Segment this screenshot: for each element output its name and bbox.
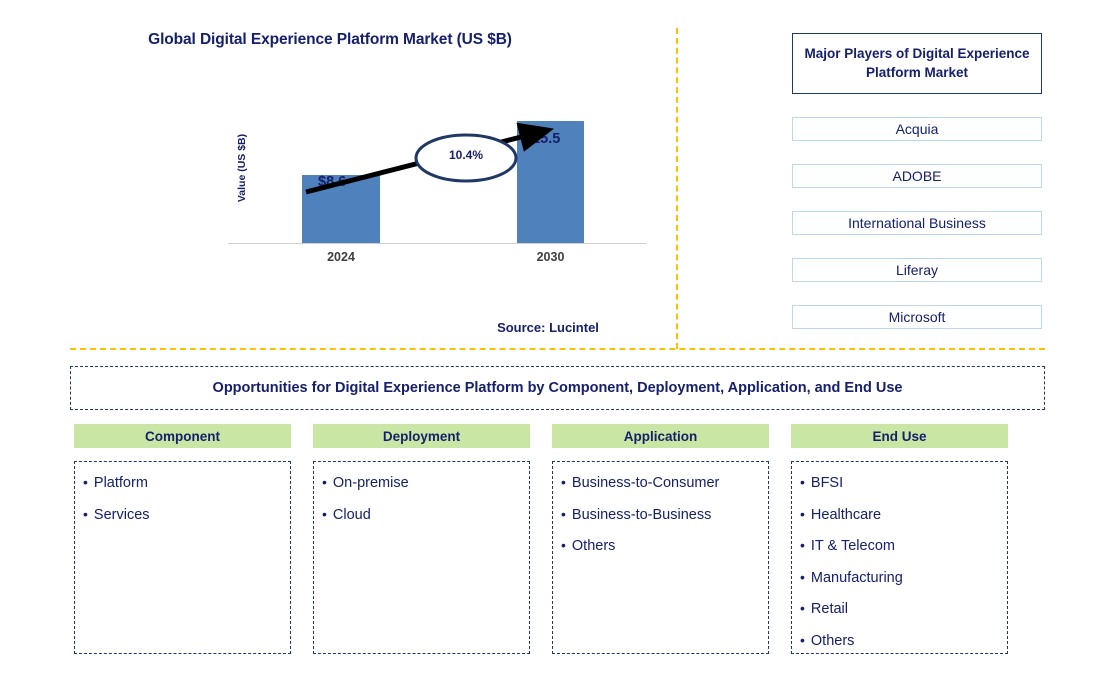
opportunities-banner: Opportunities for Digital Experience Pla… — [70, 366, 1045, 410]
x-axis-line — [228, 243, 646, 244]
segment-body: • BFSI • Healthcare • IT & Telecom • Man… — [791, 461, 1008, 654]
segment-column-deployment: Deployment • On-premise • Cloud — [313, 424, 530, 654]
segment-item: • IT & Telecom — [800, 538, 999, 554]
segment-column-end-use: End Use • BFSI • Healthcare • IT & Telec… — [791, 424, 1008, 654]
source-note: Source: Lucintel — [497, 320, 599, 335]
segment-item-label: Services — [93, 506, 150, 523]
segment-item-label: Others — [571, 538, 616, 554]
player-item[interactable]: Liferay — [792, 258, 1042, 282]
segment-item-label: Business-to-Consumer — [571, 475, 720, 491]
bullet-icon: • — [322, 505, 327, 522]
x-tick-2030: 2030 — [536, 250, 565, 264]
y-axis-label: Value (US $B) — [236, 133, 248, 203]
player-label: Liferay — [895, 262, 939, 278]
segment-item: • Cloud — [322, 507, 521, 523]
bullet-icon: • — [800, 537, 805, 553]
player-label: Microsoft — [888, 309, 946, 325]
bullet-icon: • — [800, 600, 805, 616]
segment-item: • Platform — [83, 475, 282, 491]
infographic-page: Global Digital Experience Platform Marke… — [0, 0, 1106, 693]
segment-column-application: Application • Business-to-Consumer • Bus… — [552, 424, 769, 654]
segment-item-label: Cloud — [332, 506, 371, 523]
growth-arrow-icon — [305, 122, 555, 195]
chart-plot-area: Value (US $B) $8.6 $15.5 2024 2030 10.4% — [228, 110, 648, 264]
segment-item: • Manufacturing — [800, 570, 999, 586]
major-players-header: Major Players of Digital Experience Plat… — [792, 33, 1042, 94]
segment-item: • BFSI — [800, 475, 999, 491]
segment-item: • Services — [83, 507, 282, 523]
player-label: International Business — [848, 215, 986, 231]
segment-item: • Retail — [800, 601, 999, 617]
segment-item-label: IT & Telecom — [810, 538, 895, 554]
bullet-icon: • — [561, 474, 566, 490]
segment-item: • Business-to-Consumer — [561, 475, 760, 491]
segment-item-label: Healthcare — [810, 506, 882, 523]
bar-value-2030: $15.5 — [524, 131, 561, 147]
segment-column-component: Component • Platform • Services — [74, 424, 291, 654]
segment-item-label: Retail — [810, 601, 848, 617]
player-item[interactable]: International Business — [792, 211, 1042, 235]
segment-item: • Others — [561, 538, 760, 554]
cagr-label: 10.4% — [448, 148, 484, 162]
segment-item: • Healthcare — [800, 507, 999, 523]
player-label: ADOBE — [892, 168, 942, 184]
segment-item-label: Platform — [93, 475, 148, 491]
horizontal-divider — [70, 348, 1045, 350]
market-chart-panel: Global Digital Experience Platform Marke… — [0, 0, 676, 348]
vertical-divider — [676, 28, 678, 349]
bullet-icon: • — [800, 631, 805, 648]
segment-header: Application — [552, 424, 769, 448]
segment-item-label: Business-to-Business — [571, 506, 712, 523]
segment-item: • On-premise — [322, 475, 521, 491]
segment-item: • Business-to-Business — [561, 507, 760, 523]
segment-body: • On-premise • Cloud — [313, 461, 530, 654]
bullet-icon: • — [800, 474, 805, 490]
player-item[interactable]: ADOBE — [792, 164, 1042, 188]
bullet-icon: • — [800, 505, 805, 522]
segment-item-label: On-premise — [332, 475, 409, 491]
segment-body: • Business-to-Consumer • Business-to-Bus… — [552, 461, 769, 654]
segment-header: End Use — [791, 424, 1008, 448]
bullet-icon: • — [561, 537, 566, 553]
bullet-icon: • — [800, 568, 805, 585]
bar-value-2024: $8.6 — [318, 174, 347, 190]
player-label: Acquia — [895, 121, 939, 137]
segment-header: Deployment — [313, 424, 530, 448]
segment-item-label: Others — [810, 632, 855, 649]
segment-item-label: Manufacturing — [810, 569, 903, 586]
x-tick-2024: 2024 — [327, 250, 355, 264]
bullet-icon: • — [83, 505, 88, 522]
player-item[interactable]: Microsoft — [792, 305, 1042, 329]
chart-title: Global Digital Experience Platform Marke… — [148, 31, 512, 48]
segment-header: Component — [74, 424, 291, 448]
bullet-icon: • — [322, 474, 327, 490]
major-players-panel: Major Players of Digital Experience Plat… — [792, 33, 1042, 329]
bullet-icon: • — [83, 474, 88, 490]
segment-columns: Component • Platform • Services Deployme… — [74, 424, 1029, 654]
segment-body: • Platform • Services — [74, 461, 291, 654]
segment-item-label: BFSI — [810, 475, 844, 491]
segment-item: • Others — [800, 633, 999, 649]
player-item[interactable]: Acquia — [792, 117, 1042, 141]
bullet-icon: • — [561, 505, 566, 522]
